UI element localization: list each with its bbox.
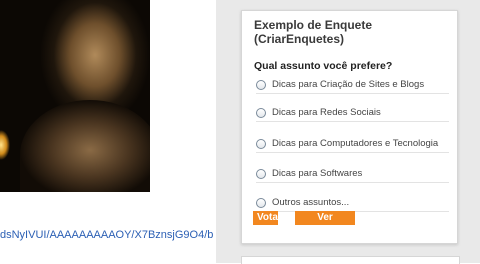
poll-title: Exemplo de Enquete (CriarEnquetes) — [254, 18, 373, 46]
radio-button[interactable] — [256, 138, 266, 149]
poll-option-label: Dicas para Computadores e Tecnologia — [272, 138, 439, 149]
vote-button[interactable]: Votar — [253, 211, 282, 225]
poll-option-software[interactable]: Dicas para Softwares — [256, 165, 449, 183]
radio-button[interactable] — [256, 197, 266, 208]
photo-candle-glow — [0, 130, 10, 160]
poll-option-computers-tech[interactable]: Dicas para Computadores e Tecnologia — [256, 135, 449, 153]
poll-option-label: Dicas para Softwares — [272, 168, 363, 179]
poll-option-label: Dicas para Redes Sociais — [272, 107, 381, 118]
post-photo — [0, 0, 150, 192]
poll-question: Qual assunto você prefere? — [254, 60, 393, 72]
poll-option-social-networks[interactable]: Dicas para Redes Sociais — [256, 104, 449, 122]
radio-button[interactable] — [256, 79, 266, 90]
radio-button[interactable] — [256, 107, 266, 118]
radio-button[interactable] — [256, 168, 266, 179]
poll-option-label: Outros assuntos... — [272, 197, 350, 208]
poll-option-sites-blogs[interactable]: Dicas para Criação de Sites e Blogs — [256, 76, 449, 94]
poll-option-label: Dicas para Criação de Sites e Blogs — [272, 79, 425, 90]
poll-option-other[interactable]: Outros assuntos... — [256, 194, 449, 212]
poll-widget: Exemplo de Enquete (CriarEnquetes) Qual … — [241, 10, 458, 244]
image-url-link[interactable]: dsNyIVUI/AAAAAAAAAOY/X7BznsjG9O4/b — [0, 229, 213, 241]
photo-scarf-shape — [20, 100, 150, 192]
view-results-button[interactable]: Ver resultado — [295, 211, 355, 237]
